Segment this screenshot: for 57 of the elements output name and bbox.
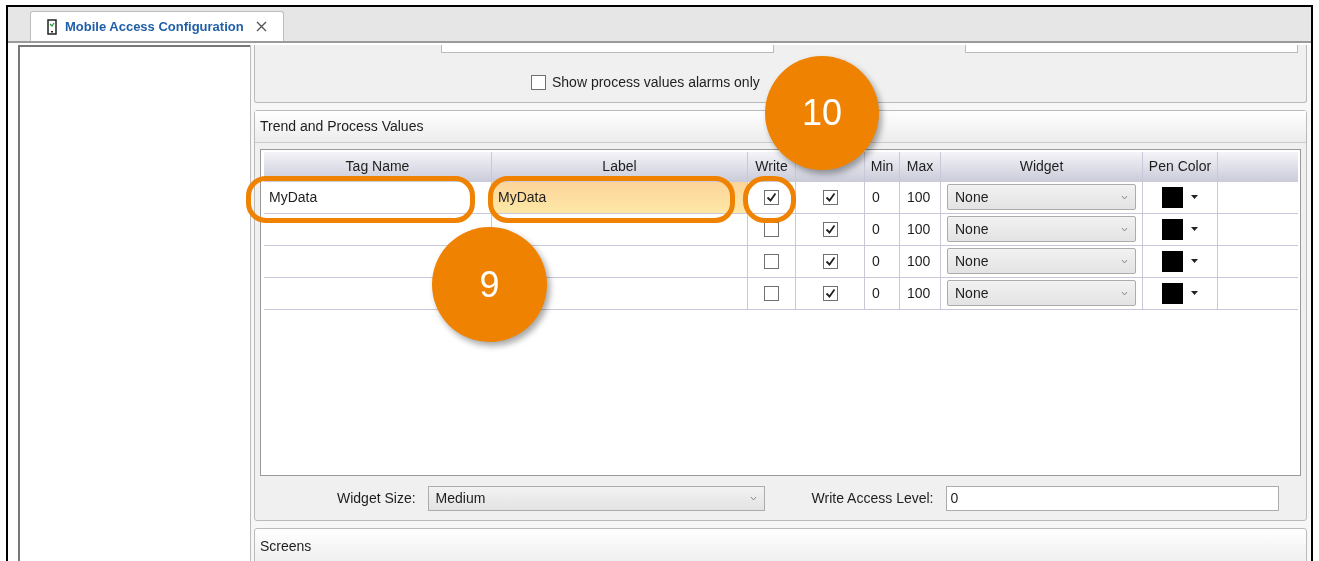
input-field[interactable]: 0 bbox=[945, 485, 1279, 511]
tab-title: Mobile Access Configuration bbox=[65, 17, 244, 36]
checkbox[interactable] bbox=[764, 253, 779, 269]
column-header[interactable]: Min bbox=[865, 151, 900, 182]
checkbox[interactable] bbox=[822, 253, 838, 269]
caret-icon[interactable] bbox=[1191, 291, 1198, 296]
color-swatch[interactable] bbox=[1162, 250, 1183, 272]
chevron-down-icon bbox=[1121, 194, 1128, 200]
chevron-down-icon bbox=[1121, 258, 1128, 264]
chevron-down-icon bbox=[1121, 290, 1128, 296]
checkbox[interactable] bbox=[531, 75, 546, 90]
table-cell[interactable]: MyData bbox=[492, 181, 747, 213]
color-swatch[interactable] bbox=[1162, 186, 1183, 208]
widget-dropdown[interactable]: None bbox=[947, 248, 1136, 275]
column-header[interactable]: Max bbox=[900, 151, 941, 182]
caret-icon[interactable] bbox=[1191, 195, 1198, 200]
widget-dropdown[interactable]: None bbox=[947, 216, 1136, 243]
field-label: Write Access Level: bbox=[811, 488, 934, 508]
field-label: Widget Size: bbox=[337, 488, 416, 508]
table-cell: 0 bbox=[865, 277, 900, 309]
table-cell: 0 bbox=[865, 213, 900, 245]
widget-dropdown[interactable]: None bbox=[947, 184, 1136, 211]
checkbox[interactable] bbox=[822, 221, 838, 237]
section-title: Screens bbox=[260, 537, 312, 556]
widget-dropdown[interactable]: None bbox=[947, 280, 1136, 307]
check-icon bbox=[824, 255, 836, 267]
widget-size-dropdown[interactable]: Medium bbox=[427, 485, 765, 511]
text-field[interactable] bbox=[441, 45, 774, 53]
check-icon bbox=[824, 287, 836, 299]
table-cell: 100 bbox=[900, 213, 941, 245]
table-cell: 0 bbox=[865, 245, 900, 277]
column-header[interactable]: Widget bbox=[941, 151, 1143, 182]
text-field[interactable] bbox=[965, 45, 1298, 53]
checkbox[interactable] bbox=[764, 189, 779, 205]
checkbox-label: Show process values alarms only bbox=[552, 73, 760, 92]
check-icon bbox=[766, 191, 777, 203]
phone-icon bbox=[47, 18, 57, 35]
table-cell: 100 bbox=[900, 277, 941, 309]
checkbox[interactable] bbox=[822, 189, 838, 205]
color-swatch[interactable] bbox=[1162, 282, 1183, 304]
checkbox[interactable] bbox=[822, 285, 838, 301]
table-cell: 100 bbox=[900, 181, 941, 213]
column-header[interactable]: Pen Color bbox=[1143, 151, 1218, 182]
check-icon bbox=[824, 223, 836, 235]
document-tab[interactable]: Mobile Access Configuration bbox=[30, 11, 284, 41]
section-title: Trend and Process Values bbox=[260, 116, 424, 136]
table-cell: 0 bbox=[865, 181, 900, 213]
table-cell: 100 bbox=[900, 245, 941, 277]
close-icon[interactable] bbox=[255, 21, 267, 32]
caret-icon[interactable] bbox=[1191, 259, 1198, 264]
check-icon bbox=[824, 191, 836, 203]
table-cell[interactable]: MyData bbox=[264, 181, 492, 213]
chevron-down-icon bbox=[1121, 226, 1128, 232]
checkbox[interactable] bbox=[764, 285, 779, 301]
chevron-down-icon bbox=[749, 495, 757, 501]
caret-icon[interactable] bbox=[1191, 227, 1198, 232]
color-swatch[interactable] bbox=[1162, 218, 1183, 240]
